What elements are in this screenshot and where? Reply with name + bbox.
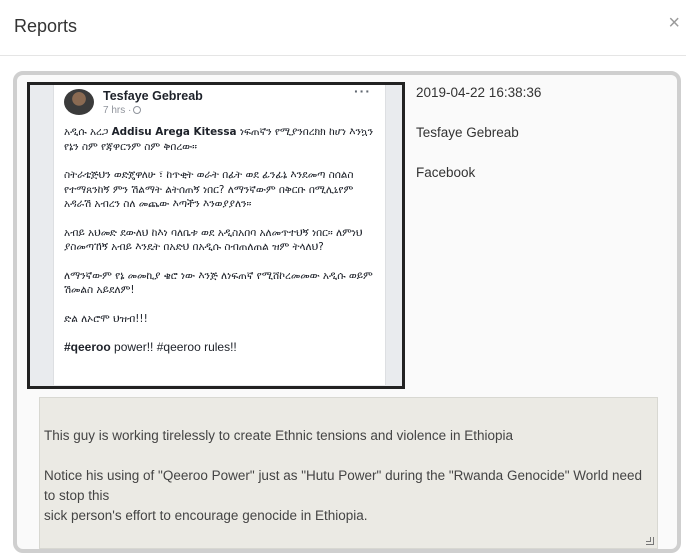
- post-time-text: 7 hrs ·: [103, 105, 132, 116]
- modal-title: Reports: [14, 16, 78, 36]
- post-author-name: Tesfaye Gebreab: [103, 89, 203, 103]
- post-paragraph-5: ድል ለኦሮሞ ህዝብ!!!: [64, 312, 148, 325]
- hashtag-bold: #qeeroo: [64, 340, 111, 354]
- post-screenshot: Tesfaye Gebreab 7 hrs · ··· አዲሱ አረጋ Addi…: [27, 82, 405, 389]
- facebook-post-card: Tesfaye Gebreab 7 hrs · ··· አዲሱ አረጋ Addi…: [53, 85, 386, 385]
- post-paragraph-1: አዲሱ አረጋ Addisu Arega Kitessa ነፍጠኛን የሚያንበ…: [64, 125, 382, 154]
- avatar: [64, 89, 94, 115]
- post-para1-prefix: አዲሱ አረጋ: [64, 126, 109, 138]
- post-mention: Addisu Arega Kitessa: [111, 126, 237, 138]
- report-comment-textarea[interactable]: This guy is working tirelessly to create…: [39, 397, 658, 549]
- post-body: አዲሱ አረጋ Addisu Arega Kitessa ነፍጠኛን የሚያንበ…: [64, 125, 382, 369]
- report-author: Tesfaye Gebreab: [416, 125, 519, 140]
- post-paragraph-4: ለማንኛውም የኔ መመኪያ ቄሮ ነው እንጅ ለነፍጠኛ የሚሸኮረመመው …: [64, 269, 373, 297]
- close-icon[interactable]: ×: [668, 13, 680, 33]
- modal-header: Reports ×: [0, 0, 686, 56]
- report-comment-text: This guy is working tirelessly to create…: [44, 428, 643, 523]
- post-hashtags: #qeeroo power!! #qeeroo rules!!: [64, 340, 382, 355]
- resize-handle-icon[interactable]: [646, 537, 654, 545]
- report-panel: Tesfaye Gebreab 7 hrs · ··· አዲሱ አረጋ Addi…: [13, 71, 681, 553]
- hashtag-rest: power!! #qeeroo rules!!: [114, 340, 237, 354]
- more-options-icon: ···: [354, 83, 371, 99]
- post-timestamp: 7 hrs ·: [103, 105, 142, 116]
- post-paragraph-2: ስትራቴጅህን ወድጄዋለሁ ፣ ከጥቂት ወራት በፊት ወደ ፊንፊኔ እን…: [64, 169, 354, 210]
- report-date: 2019-04-22 16:38:36: [416, 85, 542, 100]
- globe-icon: [133, 106, 142, 114]
- post-paragraph-3: አብይ አህመድ ደውለህ ከእነ ባለቤቱ ወደ አዲስአበባ አለመጥተህኝ…: [64, 226, 363, 254]
- report-source: Facebook: [416, 165, 476, 180]
